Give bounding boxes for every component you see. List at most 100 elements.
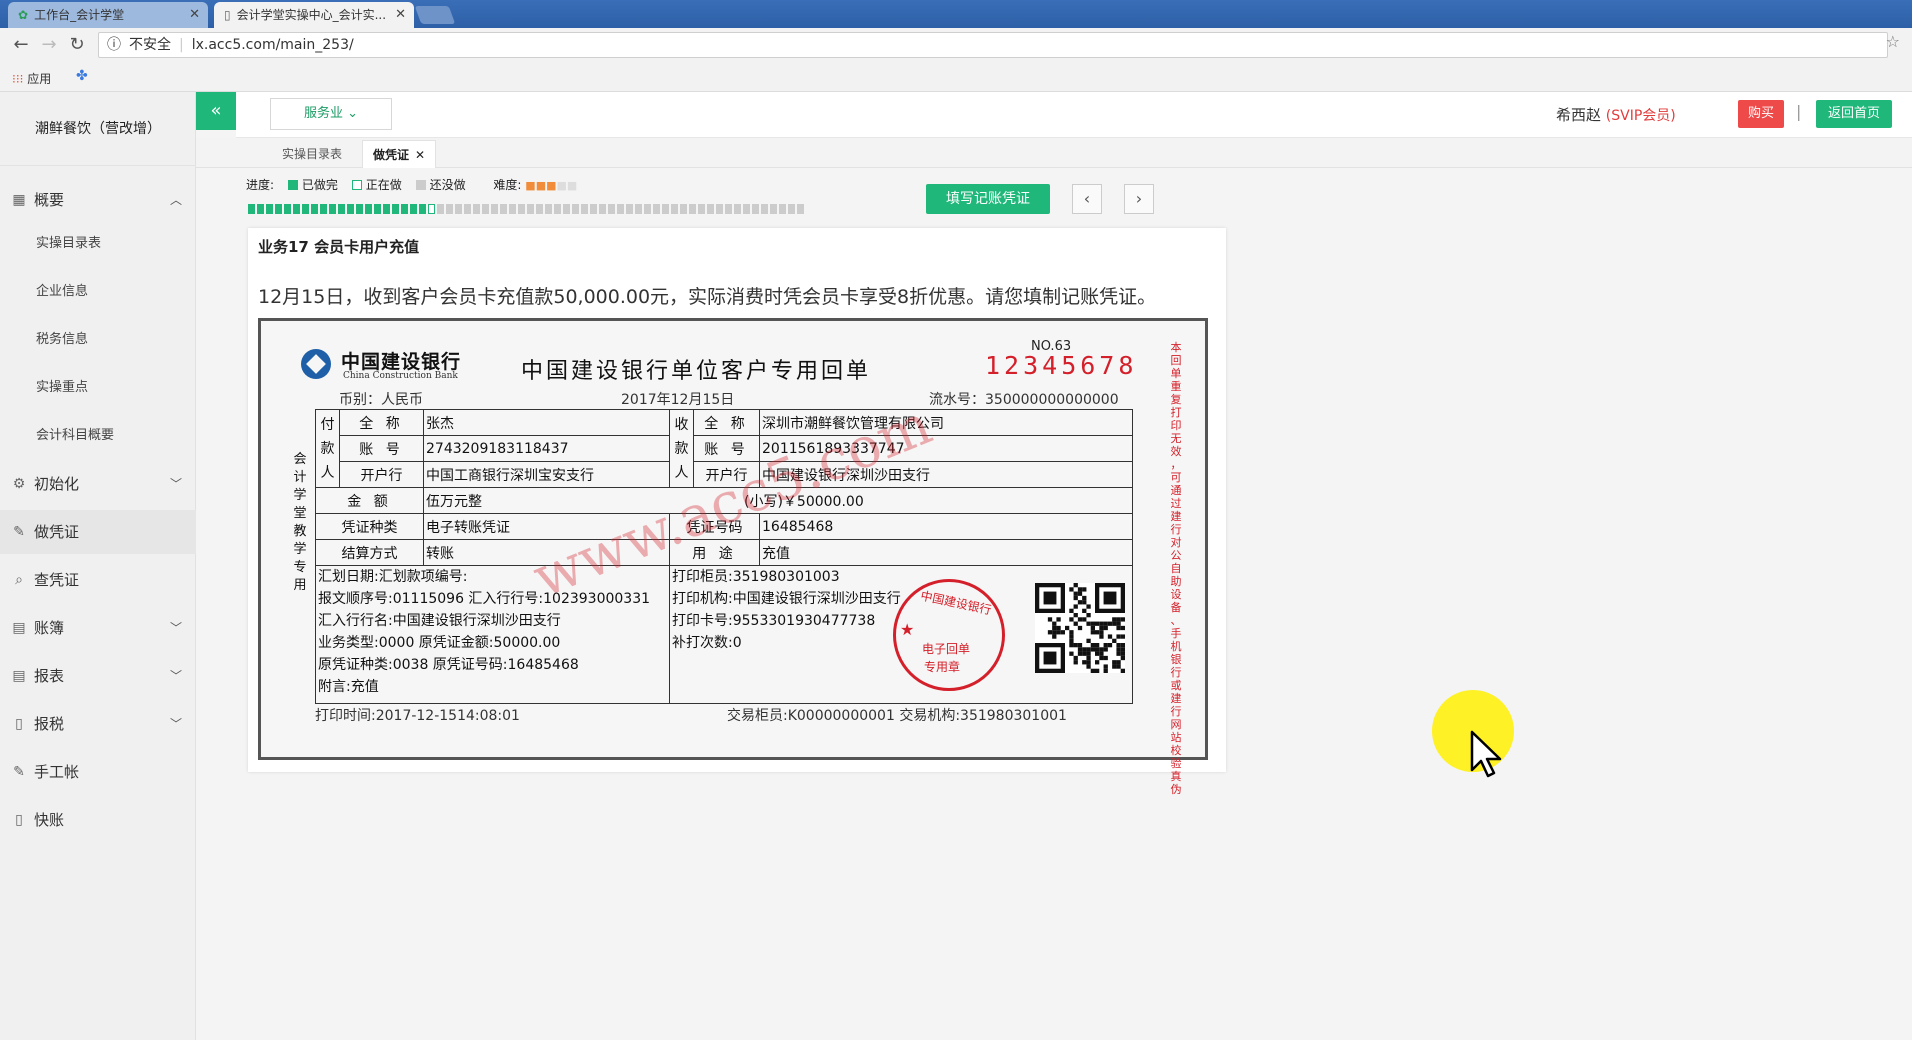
info-icon[interactable]: ⓘ [107, 37, 121, 53]
receipt-table: 付款人 全 称 张杰 收款人 全 称 深圳市潮鲜餐饮管理有限公司 账 号 274… [315, 409, 1133, 704]
sidebar-item-label: 报表 [34, 667, 65, 685]
sidebar-sub-practice-catalog[interactable]: 实操目录表 [0, 222, 196, 266]
payer-tag-char: 人 [320, 464, 335, 481]
receipt-left-vertical-text: 会计学堂教学专用 [293, 452, 307, 593]
sidebar-item-init[interactable]: ⚙ 初始化 ﹀ [0, 462, 196, 506]
label-payer-bank: 开户行 [339, 461, 424, 488]
progress-segment [743, 204, 750, 214]
seal-star-icon: ★ [900, 620, 915, 639]
return-home-button[interactable]: 返回首页 [1816, 100, 1892, 128]
fill-voucher-button[interactable]: 填写记账凭证 [926, 184, 1050, 214]
progress-segment [599, 204, 606, 214]
sidebar-sub-company-info[interactable]: 企业信息 [0, 270, 196, 314]
company-name: 潮鲜餐饮（营改增） [0, 92, 196, 166]
progress-segment [401, 204, 408, 214]
service-dropdown-label: 服务业 [303, 106, 343, 121]
tab-make-voucher[interactable]: 做凭证 ✕ [362, 140, 437, 168]
forward-arrow-icon[interactable]: → [38, 34, 60, 56]
progress-segment [572, 204, 579, 214]
sidebar-item-quick-account[interactable]: ▯ 快账 [0, 798, 196, 842]
progress-legend: 进度: 已做完 正在做 还没做 难度: ■■■■■ [246, 176, 577, 193]
sidebar-item-make-voucher[interactable]: ✎ 做凭证 [0, 510, 196, 554]
reload-icon[interactable]: ↻ [66, 34, 88, 56]
user-info: 希西赵 (SVIP会员) [1556, 104, 1676, 125]
service-dropdown[interactable]: 服务业 ⌄ [270, 98, 392, 130]
voucher-no: 16485468 [759, 513, 1133, 540]
sidebar-sub-label: 实操目录表 [36, 236, 102, 251]
sidebar-item-manual-book[interactable]: ✎ 手工帐 [0, 750, 196, 794]
table-row: 付款人 全 称 张杰 收款人 全 称 深圳市潮鲜餐饮管理有限公司 [315, 409, 1133, 488]
apps-grid-icon: ⁝⁝⁝ [12, 72, 24, 86]
left-info-cell: 汇划日期:汇划款项编号: 报文顺序号:01115096 汇入行行号:102393… [315, 565, 670, 704]
sidebar-item-reports[interactable]: ▤ 报表 ﹀ [0, 654, 196, 698]
receipt-serial: 流水号：350000000000000 [929, 392, 1119, 408]
tab-label: 实操目录表 [282, 147, 343, 161]
difficulty-star-icon: ■ [556, 179, 567, 192]
difficulty-star-icon: ■ [525, 179, 536, 192]
progress-segment [662, 204, 669, 214]
info-line: 报文顺序号:01115096 汇入行行号:102393000331 [318, 591, 651, 607]
close-tab-icon[interactable]: ✕ [189, 2, 200, 28]
sidebar: 潮鲜餐饮（营改增） ▦ 概要 ︿ 实操目录表 企业信息 税务信息 实操重点 会计… [0, 92, 196, 1040]
progress-segment [653, 204, 660, 214]
progress-label: 进度: [246, 178, 275, 192]
progress-segment [689, 204, 696, 214]
prev-task-button[interactable]: ‹ [1072, 184, 1102, 214]
sidebar-sub-label: 税务信息 [36, 332, 89, 347]
progress-segment [518, 204, 525, 214]
seal-top-text: 中国建设银行 [919, 588, 993, 618]
next-task-button[interactable]: › [1124, 184, 1154, 214]
legend-todo-label: 还没做 [429, 178, 466, 192]
apps-label: 应用 [27, 72, 52, 86]
progress-segment [302, 204, 309, 214]
baidu-paw-icon[interactable]: ✤ [76, 68, 88, 84]
progress-segment [437, 204, 444, 214]
sidebar-item-query-voucher[interactable]: ⌕ 查凭证 [0, 558, 196, 602]
label-payer-account: 账 号 [339, 435, 424, 462]
sidebar-item-overview[interactable]: ▦ 概要 ︿ [0, 178, 196, 222]
apps-bookmark[interactable]: ⁝⁝⁝ 应用 [12, 70, 51, 87]
receipt-date: 2017年12月15日 [621, 392, 735, 408]
bank-receipt: 中国建设银行 China Construction Bank 中国建设银行单位客… [258, 318, 1208, 796]
close-tab-icon[interactable]: ✕ [415, 148, 425, 162]
sidebar-item-label: 概要 [34, 191, 65, 209]
info-line: 汇入行行名:中国建设银行深圳沙田支行 [318, 613, 561, 629]
sidebar-sub-tax-info[interactable]: 税务信息 [0, 318, 196, 362]
sidebar-item-label: 手工帐 [34, 763, 80, 781]
bookmark-star-icon[interactable]: ☆ [1886, 32, 1900, 51]
buy-button[interactable]: 购买 [1738, 100, 1784, 128]
sidebar-item-tax-filing[interactable]: ▯ 报税 ﹀ [0, 702, 196, 746]
back-arrow-icon[interactable]: ← [10, 34, 32, 56]
document-icon: ▯ [15, 716, 23, 732]
security-label[interactable]: 不安全 [129, 37, 171, 53]
sidebar-item-label: 初始化 [34, 475, 80, 493]
receipt-number: 12345678 [985, 351, 1138, 380]
info-line: 原凭证种类:0038 原凭证号码:16485468 [318, 657, 579, 673]
browser-tab-practice[interactable]: ▯ 会计学堂实操中心_会计实... ✕ [214, 2, 414, 28]
divider: | [1796, 102, 1802, 121]
progress-segment [356, 204, 363, 214]
progress-segment [500, 204, 507, 214]
seal-line1: 电子回单 [922, 642, 971, 656]
progress-segment [320, 204, 327, 214]
url-input[interactable]: ⓘ 不安全 | lx.acc5.com/main_253/ [98, 32, 1888, 58]
pencil-icon: ✎ [13, 524, 25, 540]
url-text[interactable]: lx.acc5.com/main_253/ [192, 37, 354, 53]
progress-segment [455, 204, 462, 214]
new-tab-button[interactable] [414, 6, 456, 24]
sidebar-sub-accounts-summary[interactable]: 会计科目概要 [0, 414, 196, 458]
progress-segment [671, 204, 678, 214]
vip-badge: (SVIP会员) [1605, 108, 1676, 124]
tab-practice-catalog[interactable]: 实操目录表 [272, 140, 352, 168]
progress-segment [509, 204, 516, 214]
difficulty-star-icon: ■ [535, 179, 547, 192]
progress-segment [374, 204, 381, 214]
browser-tab-workbench[interactable]: ✿ 工作台_会计学堂 ✕ [8, 2, 208, 28]
close-tab-icon[interactable]: ✕ [395, 2, 406, 28]
search-icon: ⌕ [15, 572, 23, 588]
sidebar-sub-key-points[interactable]: 实操重点 [0, 366, 196, 410]
collapse-sidebar-button[interactable]: « [196, 92, 236, 130]
sidebar-item-ledger[interactable]: ▤ 账簿 ﹀ [0, 606, 196, 650]
progress-segment [257, 204, 264, 214]
page-favicon-icon: ▯ [224, 8, 231, 22]
